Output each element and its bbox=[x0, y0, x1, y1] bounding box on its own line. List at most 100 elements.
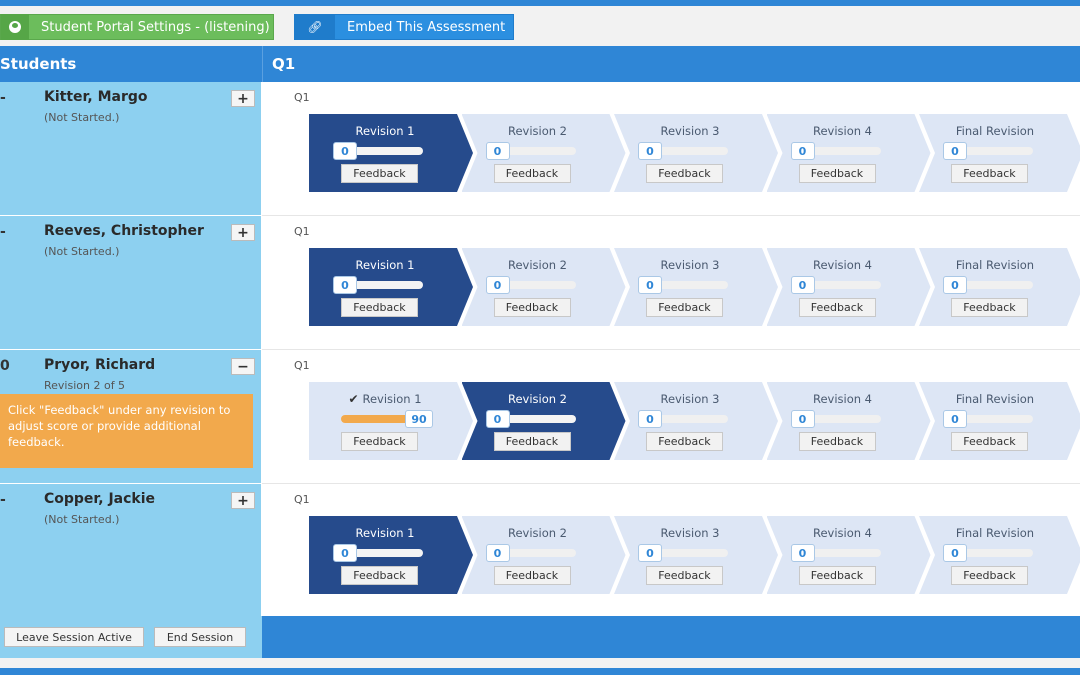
question-row: Q1 Revision 1 0 Feedback Revision 2 0 Feedback… bbox=[262, 82, 1080, 216]
student-portal-settings-button[interactable]: Student Portal Settings - (listening) bbox=[0, 14, 274, 40]
revision-title: Revision 2 bbox=[507, 124, 568, 138]
revision-title: Revision 3 bbox=[660, 258, 720, 272]
revision-title-row: Final Revision bbox=[919, 124, 1071, 138]
table-header: Students Q1 bbox=[0, 46, 1080, 82]
revision-step[interactable]: Final Revision 0 Feedback bbox=[919, 516, 1080, 594]
revision-step[interactable]: Final Revision 0 Feedback bbox=[919, 114, 1080, 192]
feedback-button[interactable]: Feedback bbox=[493, 566, 571, 585]
question-label: Q1 bbox=[294, 225, 310, 238]
expand-toggle-button[interactable]: − bbox=[231, 358, 255, 375]
student-prefix: 0 bbox=[0, 358, 10, 374]
score-value: 0 bbox=[790, 410, 815, 428]
revision-title: Revision 3 bbox=[660, 526, 720, 540]
student-name: Reeves, Christopher bbox=[44, 223, 204, 239]
revision-step[interactable]: Revision 4 0 Feedback bbox=[766, 114, 931, 192]
revision-step[interactable]: Revision 3 0 Feedback bbox=[614, 248, 778, 326]
student-status: (Not Started.) bbox=[44, 513, 120, 526]
student-name: Copper, Jackie bbox=[44, 491, 156, 507]
student-name: Pryor, Richard bbox=[44, 357, 156, 373]
revision-track: Revision 1 0 Feedback Revision 2 0 Feedback Re… bbox=[309, 248, 1080, 326]
feedback-button[interactable]: Feedback bbox=[341, 164, 418, 183]
student-status: Revision 2 of 5 bbox=[44, 379, 126, 392]
feedback-button[interactable]: Feedback bbox=[798, 432, 876, 451]
feedback-button[interactable]: Feedback bbox=[493, 164, 571, 183]
score-value: 0 bbox=[485, 410, 510, 428]
expand-toggle-button[interactable]: + bbox=[231, 224, 255, 241]
feedback-button[interactable]: Feedback bbox=[951, 164, 1028, 183]
feedback-button[interactable]: Feedback bbox=[951, 566, 1028, 585]
revision-track: Revision 1 0 Feedback Revision 2 0 Feedback Re… bbox=[309, 114, 1080, 192]
feedback-button[interactable]: Feedback bbox=[646, 164, 723, 183]
revision-title-row: Final Revision bbox=[919, 526, 1071, 540]
revision-title: Revision 3 bbox=[660, 124, 720, 138]
revision-title: Revision 1 bbox=[362, 392, 422, 406]
score-value: 0 bbox=[790, 544, 815, 562]
feedback-button[interactable]: Feedback bbox=[646, 298, 723, 317]
end-session-button[interactable]: End Session bbox=[154, 627, 246, 647]
feedback-button[interactable]: Feedback bbox=[493, 432, 571, 451]
feedback-button[interactable]: Feedback bbox=[341, 432, 418, 451]
link-icon: 🔗︎ bbox=[295, 14, 335, 40]
toolbar: Student Portal Settings - (listening) 🔗︎… bbox=[0, 6, 1080, 46]
revision-step[interactable]: Revision 1 0 Feedback bbox=[309, 114, 473, 192]
students-panel: - Kitter, Margo (Not Started.) + - Reeves, Ch… bbox=[0, 82, 262, 618]
footer-right bbox=[262, 616, 1080, 658]
score-value: 0 bbox=[943, 142, 967, 160]
revision-step[interactable]: Revision 2 0 Feedback bbox=[461, 382, 626, 460]
student-row: - Copper, Jackie (Not Started.) + bbox=[0, 484, 262, 618]
revision-step[interactable]: Revision 4 0 Feedback bbox=[766, 382, 931, 460]
expand-toggle-button[interactable]: + bbox=[231, 90, 255, 107]
feedback-button[interactable]: Feedback bbox=[341, 298, 418, 317]
bottom-gap bbox=[0, 658, 1080, 668]
leave-session-active-button[interactable]: Leave Session Active bbox=[4, 627, 144, 647]
feedback-button[interactable]: Feedback bbox=[798, 566, 876, 585]
score-value: 0 bbox=[638, 142, 662, 160]
revision-title-row: Revision 1 bbox=[309, 526, 461, 540]
revision-title-row: Revision 4 bbox=[767, 526, 919, 540]
students-column-header: Students bbox=[0, 55, 77, 73]
feedback-button[interactable]: Feedback bbox=[341, 566, 418, 585]
check-icon: ✔ bbox=[348, 392, 359, 406]
revision-step[interactable]: ✔ Revision 1 90 Feedback bbox=[309, 382, 473, 460]
feedback-button[interactable]: Feedback bbox=[951, 298, 1028, 317]
feedback-button[interactable]: Feedback bbox=[798, 298, 876, 317]
student-status: (Not Started.) bbox=[44, 245, 120, 258]
score-value: 0 bbox=[943, 276, 967, 294]
revision-step[interactable]: Revision 2 0 Feedback bbox=[461, 114, 626, 192]
revision-title: Revision 2 bbox=[507, 258, 568, 272]
feedback-button[interactable]: Feedback bbox=[646, 566, 723, 585]
score-value: 0 bbox=[333, 544, 357, 562]
feedback-button[interactable]: Feedback bbox=[493, 298, 571, 317]
revision-step[interactable]: Revision 3 0 Feedback bbox=[614, 114, 778, 192]
score-value: 0 bbox=[943, 544, 967, 562]
feedback-button[interactable]: Feedback bbox=[798, 164, 876, 183]
revision-step[interactable]: Revision 3 0 Feedback bbox=[614, 516, 778, 594]
revision-title-row: Revision 2 bbox=[462, 258, 614, 272]
embed-assessment-button[interactable]: 🔗︎ Embed This Assessment bbox=[294, 14, 514, 40]
revision-step[interactable]: Revision 1 0 Feedback bbox=[309, 516, 473, 594]
question-label: Q1 bbox=[294, 359, 310, 372]
revision-title-row: Revision 1 bbox=[309, 258, 461, 272]
revision-title-row: Revision 4 bbox=[767, 124, 919, 138]
revision-title: Revision 4 bbox=[812, 258, 873, 272]
revision-title-row: Revision 2 bbox=[462, 526, 614, 540]
revision-step[interactable]: Revision 4 0 Feedback bbox=[766, 516, 931, 594]
score-value: 0 bbox=[333, 276, 357, 294]
revision-step[interactable]: Revision 2 0 Feedback bbox=[461, 516, 626, 594]
feedback-button[interactable]: Feedback bbox=[951, 432, 1028, 451]
revision-track: Revision 1 0 Feedback Revision 2 0 Feedback Re… bbox=[309, 516, 1080, 594]
feedback-button[interactable]: Feedback bbox=[646, 432, 723, 451]
revision-step[interactable]: Revision 4 0 Feedback bbox=[766, 248, 931, 326]
revision-step[interactable]: Final Revision 0 Feedback bbox=[919, 248, 1080, 326]
revision-title: Revision 4 bbox=[812, 124, 873, 138]
student-prefix: - bbox=[0, 492, 6, 508]
revision-step[interactable]: Revision 2 0 Feedback bbox=[461, 248, 626, 326]
revision-title-row: Revision 3 bbox=[614, 124, 766, 138]
revision-step[interactable]: Final Revision 0 Feedback bbox=[919, 382, 1080, 460]
revision-step[interactable]: Revision 1 0 Feedback bbox=[309, 248, 473, 326]
revision-title: Final Revision bbox=[955, 526, 1035, 540]
expand-toggle-button[interactable]: + bbox=[231, 492, 255, 509]
question-row: Q1 Revision 1 0 Feedback Revision 2 0 Feedback… bbox=[262, 484, 1080, 618]
score-value: 0 bbox=[943, 410, 967, 428]
revision-step[interactable]: Revision 3 0 Feedback bbox=[614, 382, 778, 460]
